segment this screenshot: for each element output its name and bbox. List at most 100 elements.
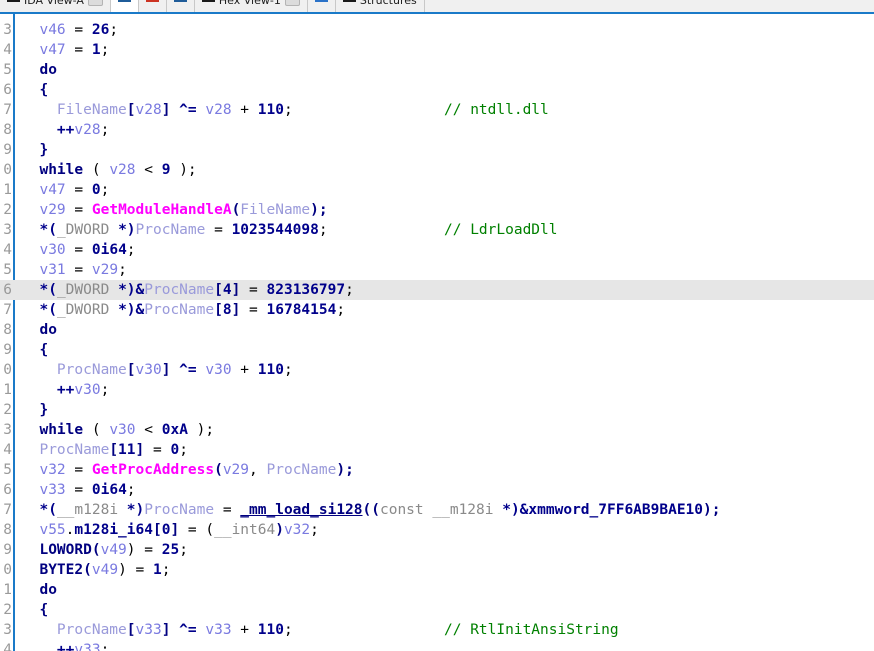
line-number: 3 (3, 222, 12, 238)
code-line[interactable]: 5 v32 = GetProcAddress(v29, ProcName); (0, 460, 874, 480)
code-token: [ (126, 362, 136, 378)
code-token: m128i_i64 (74, 522, 153, 538)
code-line[interactable]: 7 *(_DWORD *)&ProcName[8] = 16784154; (0, 300, 874, 320)
line-number: 9 (3, 342, 12, 358)
code-token: { (39, 82, 49, 98)
code-line[interactable]: 5 v31 = v29; (0, 260, 874, 280)
code-text: v29 = GetModuleHandleA(FileName); (22, 200, 327, 220)
code-line[interactable]: 3 while ( v30 < 0xA ); (0, 420, 874, 440)
code-token: [ (109, 442, 119, 458)
code-token: v30 (74, 382, 101, 398)
tab-label: Hex View-1 (218, 0, 281, 7)
code-text: ++v28; (22, 120, 109, 140)
code-line[interactable]: 1 ++v30; (0, 380, 874, 400)
code-token: = (240, 302, 267, 318)
code-line[interactable]: 6 { (0, 80, 874, 100)
line-number: 0 (3, 562, 12, 578)
code-text: do (22, 60, 56, 80)
code-token: [ (152, 522, 162, 538)
code-text: ProcName[v33] ^= v33 + 110; (22, 620, 293, 640)
code-line[interactable]: 9 } (0, 140, 874, 160)
code-token: while (39, 422, 84, 438)
code-token: ; (100, 122, 110, 138)
code-text: do (22, 320, 56, 340)
code-token: 110 (257, 102, 284, 118)
code-token: = (65, 462, 92, 478)
code-token: 1 (152, 562, 162, 578)
code-line[interactable]: 8 v55.m128i_i64[0] = (__int64)v32; (0, 520, 874, 540)
code-line[interactable]: 5 do (0, 60, 874, 80)
code-token: ); (170, 162, 197, 178)
code-token: { (39, 342, 49, 358)
code-text: *(_DWORD *)ProcName = 1023544098; (22, 220, 327, 240)
code-line[interactable]: 9 { (0, 340, 874, 360)
line-number: 6 (3, 482, 12, 498)
tab-type-icon (201, 0, 215, 2)
code-token: [ (214, 282, 223, 298)
code-token: v46 (39, 22, 66, 38)
code-token: [ (126, 622, 136, 638)
code-line[interactable]: 4 ++v33; (0, 640, 874, 651)
tab-type-icon (7, 0, 20, 2)
code-token: ^= (179, 102, 197, 118)
code-line[interactable]: 2 v29 = GetModuleHandleA(FileName); (0, 200, 874, 220)
code-token: v28 (109, 162, 136, 178)
code-line[interactable]: 0 ProcName[v30] ^= v30 + 110; (0, 360, 874, 380)
code-line[interactable]: 3 *(_DWORD *)ProcName = 1023544098; // Ld… (0, 220, 874, 240)
code-line[interactable]: 8 do (0, 320, 874, 340)
code-token: ; (100, 382, 110, 398)
code-token: _DWORD (56, 222, 110, 238)
code-token: , (249, 462, 267, 478)
line-number: 7 (3, 302, 12, 318)
pseudocode-pane[interactable]: 3 v46 = 26; 4 v47 = 1; 5 do 6 {7 FileName[v… (0, 14, 874, 651)
close-icon[interactable] (284, 0, 300, 6)
code-line[interactable]: 0 while ( v28 < 9 ); (0, 160, 874, 180)
code-line[interactable]: 6 *(_DWORD *)&ProcName[4] = 823136797; (0, 280, 874, 300)
code-line[interactable]: 0 BYTE2(v49) = 1; (0, 560, 874, 580)
code-token: FileName (240, 202, 311, 218)
code-token: + (231, 362, 258, 378)
code-token: = (65, 182, 92, 198)
code-line[interactable]: 1 do (0, 580, 874, 600)
code-token: < (135, 162, 162, 178)
code-line[interactable]: 8 ++v28; (0, 120, 874, 140)
code-line[interactable]: 7 FileName[v28] ^= v28 + 110;// ntdll.dl… (0, 100, 874, 120)
code-token: ] (231, 302, 241, 318)
code-token: ; (126, 482, 136, 498)
code-token: + (231, 102, 258, 118)
code-line[interactable]: 4 v47 = 1; (0, 40, 874, 60)
code-line[interactable]: 1 v47 = 0; (0, 180, 874, 200)
code-token: __m128i (56, 502, 119, 518)
editor-tab-strip[interactable]: IDA View-A Hex View-1 Structures (0, 0, 874, 14)
code-token: v29 (222, 462, 250, 478)
code-line[interactable]: 4 v30 = 0i64; (0, 240, 874, 260)
code-text: { (22, 600, 48, 620)
code-line[interactable]: 6 v33 = 0i64; (0, 480, 874, 500)
code-token: } (39, 142, 49, 158)
code-line[interactable]: 7 *(__m128i *)ProcName = _mm_load_si128(… (0, 500, 874, 520)
code-token: ] (170, 522, 180, 538)
code-token: ; (100, 642, 110, 651)
close-icon[interactable] (87, 0, 103, 6)
code-line[interactable]: 3 v46 = 26; (0, 20, 874, 40)
tab-label: Structures (359, 0, 417, 7)
code-line[interactable]: 9 LOWORD(v49) = 25; (0, 540, 874, 560)
code-line[interactable]: 2 { (0, 600, 874, 620)
code-line[interactable]: 2 } (0, 400, 874, 420)
code-line[interactable]: 3 ProcName[v33] ^= v33 + 110;// RtlInitA… (0, 620, 874, 640)
code-token: *) (126, 502, 145, 518)
code-token: = (240, 282, 267, 298)
code-line[interactable]: 4 ProcName[11] = 0; (0, 440, 874, 460)
code-token: ] (161, 362, 180, 378)
